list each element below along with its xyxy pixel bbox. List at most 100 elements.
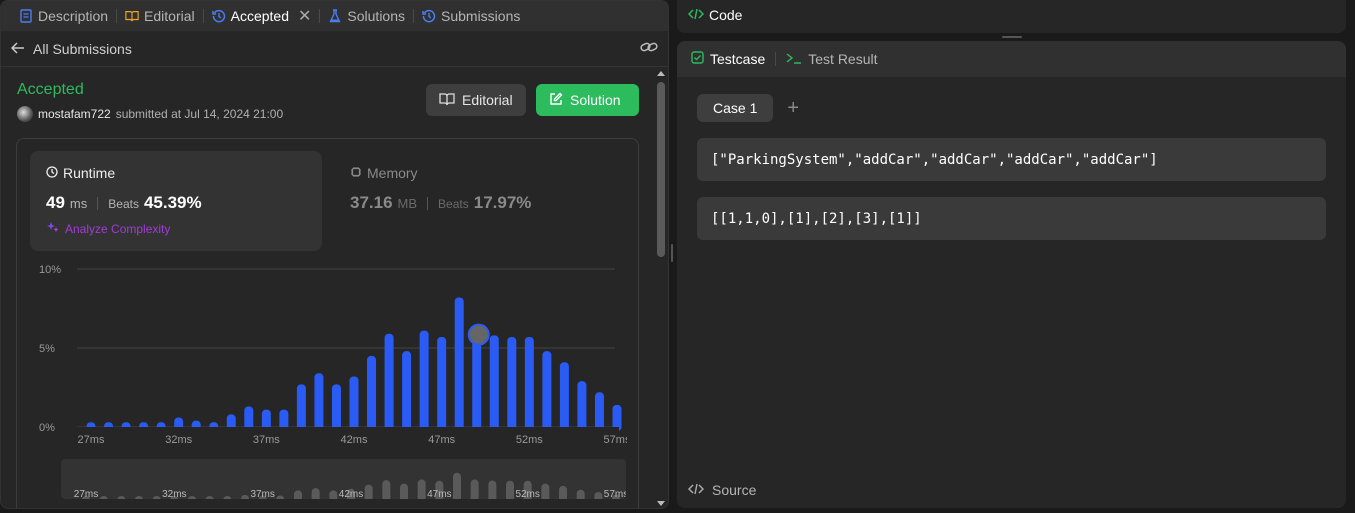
link-icon[interactable] [640,40,658,57]
chart-bar[interactable] [472,330,482,431]
chart-bar[interactable] [402,351,412,431]
chart-bar[interactable] [314,373,324,431]
memory-box[interactable]: Memory 37.16 MB Beats 17.97% [334,151,626,251]
editorial-button[interactable]: Editorial [426,84,526,116]
chart-bar[interactable] [524,336,534,431]
submission-status: Accepted [17,81,84,98]
tab-divider [116,9,118,23]
analyze-complexity-link[interactable]: Analyze Complexity [46,221,306,236]
overview-tick-label: 27ms [74,489,98,499]
source-link[interactable]: Source [687,482,757,498]
tab-divider [202,9,204,23]
overview-bar [152,496,161,499]
back-label: All Submissions [33,40,132,57]
source-label: Source [712,482,757,498]
tab-submissions[interactable]: Submissions [416,8,526,24]
memory-beats-label: Beats [438,197,469,211]
overview-bar [117,496,126,499]
overview-bar [135,496,143,499]
scrollbar[interactable] [654,67,668,508]
x-tick-label: 42ms [341,434,368,445]
overview-bar [294,490,302,499]
overview-bar [576,489,585,499]
chip-icon [350,165,362,181]
overview-tick-label: 32ms [162,489,186,499]
sparkle-icon [46,221,60,236]
overview-bar [488,480,497,499]
history-icon [422,9,436,23]
tab-test-result[interactable]: Test Result [786,51,878,67]
chart-bar[interactable] [349,376,359,431]
tab-editorial[interactable]: Editorial [119,8,201,24]
username-link[interactable]: mostafam722 [38,107,111,121]
description-icon [19,9,33,23]
overview-bar [329,490,338,499]
overview-bar [453,472,461,499]
solution-button-label: Solution [570,92,621,108]
analyze-label: Analyze Complexity [65,221,171,236]
chart-bar[interactable] [542,351,552,431]
history-icon [211,9,226,23]
code-title[interactable]: Code [709,7,742,23]
overview-bar [506,480,514,499]
runtime-beats-label: Beats [108,197,139,211]
tab-accepted[interactable]: Accepted ✕ [206,6,318,26]
overview-bar [382,480,391,499]
code-icon [687,7,705,23]
overview-bar [400,483,408,499]
terminal-icon [786,51,802,67]
flask-icon [328,9,342,23]
chart-bar[interactable] [594,392,604,431]
chart-bar[interactable] [437,336,447,431]
testcase-input[interactable]: ["ParkingSystem","addCar","addCar","addC… [697,138,1326,181]
tab-solutions[interactable]: Solutions [322,8,411,24]
overview-tick-label: 42ms [339,489,363,499]
solution-button[interactable]: Solution [536,84,639,116]
edit-icon [549,92,563,109]
vertical-resize-handle[interactable] [671,244,673,262]
y-tick-label: 10% [39,264,61,276]
user-avatar-marker[interactable] [467,323,490,346]
checkbox-icon [691,51,704,67]
chart-bar[interactable] [559,362,569,431]
tab-label: Submissions [441,8,521,24]
chart-bar[interactable] [296,384,306,431]
chart-bar[interactable] [454,297,464,431]
overview-tick-label: 47ms [427,489,451,499]
add-case-icon[interactable]: + [787,97,799,120]
tab-label: Testcase [710,51,766,67]
overview-bar [188,496,196,499]
tab-testcase[interactable]: Testcase [691,51,765,67]
overview-tick-label: 37ms [250,489,274,499]
tab-description[interactable]: Description [13,8,114,24]
code-icon [687,482,705,498]
runtime-beats-percent: 45.39% [143,193,202,212]
y-tick-label: 0% [39,422,55,434]
chart-bar[interactable] [367,355,377,431]
clock-icon [46,165,58,181]
chart-bar[interactable] [577,381,587,431]
case-1-tab[interactable]: Case 1 [697,94,774,122]
chart-bar[interactable] [331,384,341,431]
avatar[interactable] [17,106,33,122]
horizontal-resize-handle[interactable] [1002,36,1022,38]
chart-bar[interactable] [489,335,499,431]
tab-label: Accepted [230,8,289,24]
y-tick-label: 5% [39,343,55,355]
all-submissions-link[interactable]: All Submissions [10,40,132,57]
runtime-overview-chart[interactable]: 27ms 32ms 37ms 42ms 47ms 52ms 57ms [61,459,626,499]
runtime-box[interactable]: Runtime 49 ms Beats 45.39% Analyze Compl… [30,151,322,251]
close-icon[interactable]: ✕ [298,6,311,26]
test-tab-bar: Testcase Test Result [677,41,1346,77]
chart-bar[interactable] [384,333,394,431]
submission-subheader: All Submissions [1,31,668,67]
scrollbar-thumb[interactable] [657,82,665,257]
tab-divider [319,9,321,23]
chart-bar[interactable] [507,336,517,431]
scroll-down-arrow[interactable] [657,501,665,506]
memory-unit: MB [397,196,418,211]
testcase-input[interactable]: [[1,1,0],[1],[2],[3],[1]] [697,197,1326,240]
scroll-up-arrow[interactable] [657,71,665,76]
chart-bar[interactable] [419,330,429,431]
x-tick-label: 32ms [165,434,192,445]
